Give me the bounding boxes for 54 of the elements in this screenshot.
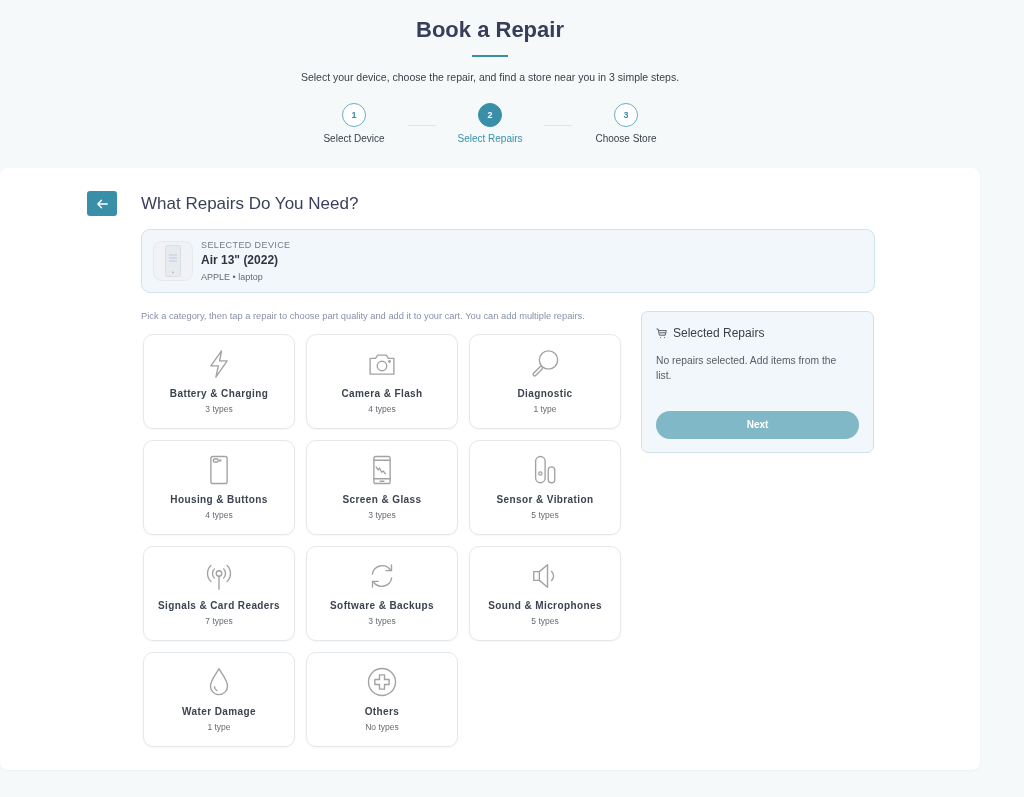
empty-cart-message: No repairs selected. Add items from the list. [656,354,838,383]
category-count: 3 types [205,404,233,415]
category-count: 5 types [531,510,559,521]
arrow-left-icon [96,198,108,209]
cart-title: Selected Repairs [673,325,765,341]
device-name: Air 13" (2022) [201,252,279,268]
category-count: 3 types [368,616,396,627]
category-card[interactable]: Camera & Flash 4 types [306,334,458,429]
category-count: No types [365,722,399,733]
category-card[interactable]: Water Damage 1 type [143,652,295,747]
category-count: 1 type [533,404,557,415]
category-count: 1 type [207,722,231,733]
category-card[interactable]: Diagnostic 1 type [469,334,621,429]
step-label: Select Device [323,133,385,145]
step-label: Choose Store [595,133,657,145]
phone-icon [153,241,193,281]
step-number: 2 [478,103,502,127]
category-count: 4 types [368,404,396,415]
page-subtitle: Select your device, choose the repair, and find a store near you in 3 simple steps. [299,71,681,83]
category-name: Sensor & Vibration [496,494,594,506]
page-title: Book a Repair [415,16,565,44]
category-card[interactable]: Sensor & Vibration 5 types [469,440,621,535]
category-name: Signals & Card Readers [157,600,281,612]
category-count: 5 types [531,616,559,627]
category-count: 7 types [205,616,233,627]
category-name: Screen & Glass [342,494,422,506]
category-card[interactable]: Others No types [306,652,458,747]
device-details: APPLE • laptop [201,271,263,283]
magnifier-icon [530,349,560,379]
step-number: 1 [342,103,366,127]
category-name: Diagnostic [517,388,573,400]
plus-circle-icon [367,667,397,697]
category-count: 4 types [205,510,233,521]
category-name: Software & Backups [330,600,434,612]
step-number: 3 [614,103,638,127]
category-card[interactable]: Software & Backups 3 types [306,546,458,641]
category-card[interactable]: Screen & Glass 3 types [306,440,458,535]
step-label: Select Repairs [457,133,523,145]
category-name: Others [364,706,400,718]
category-card[interactable]: Battery & Charging 3 types [143,334,295,429]
section-heading: What Repairs Do You Need? [141,193,359,214]
category-card[interactable]: Housing & Buttons 4 types [143,440,295,535]
back-button[interactable] [87,191,117,216]
category-name: Housing & Buttons [170,494,268,506]
category-name: Camera & Flash [341,388,423,400]
category-count: 3 types [368,510,396,521]
cart-icon [656,327,667,339]
category-name: Sound & Microphones [488,600,602,612]
category-card[interactable]: Signals & Card Readers 7 types [143,546,295,641]
instruction-text: Pick a category, then tap a repair to choose part quality and add it to your cart. You can add multiple repairs. [141,311,586,321]
category-name: Battery & Charging [169,388,269,400]
device-caption: SELECTED DEVICE [201,239,291,251]
category-card[interactable]: Sound & Microphones 5 types [469,546,621,641]
category-name: Water Damage [182,706,256,718]
